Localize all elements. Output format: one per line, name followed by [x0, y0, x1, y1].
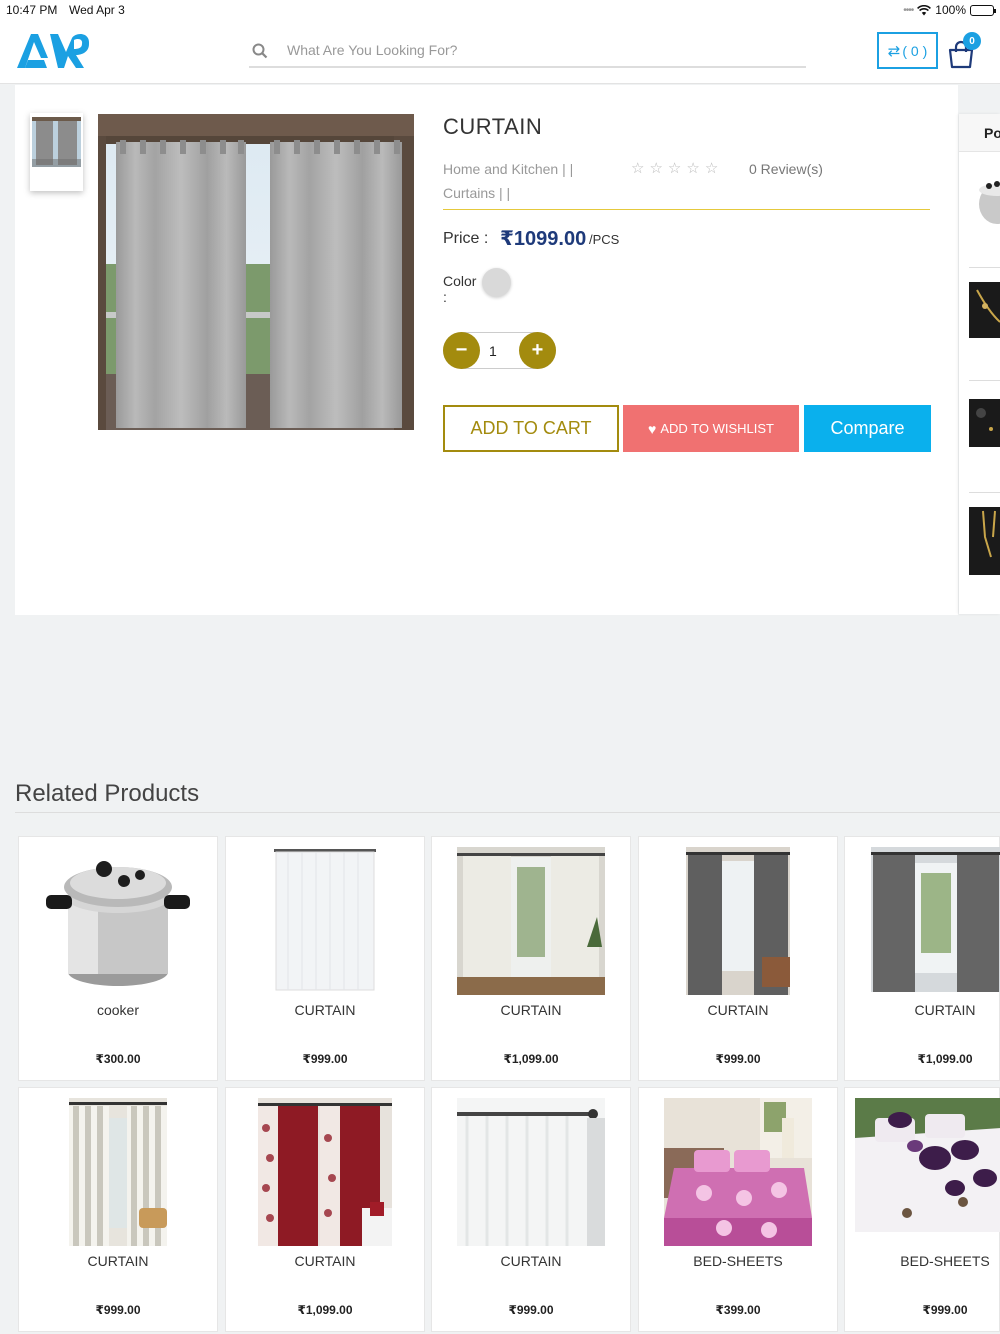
related-products-title: Related Products: [15, 780, 200, 807]
related-product-card[interactable]: CURTAIN ₹999.00: [431, 1087, 631, 1332]
rating-stars: ☆ ☆ ☆ ☆ ☆: [631, 159, 718, 177]
related-product-card[interactable]: BED-SHEETS ₹399.00: [638, 1087, 838, 1332]
popular-item-necklace[interactable]: [969, 507, 1000, 575]
product-name: BED-SHEETS: [693, 1253, 783, 1269]
product-image: [457, 847, 605, 995]
product-price: ₹999.00: [922, 1303, 968, 1317]
wifi-icon: [917, 4, 932, 15]
related-product-card[interactable]: CURTAIN ₹1,099.00: [225, 1087, 425, 1332]
status-time: 10:47 PM: [6, 3, 58, 17]
divider: [969, 380, 1000, 381]
related-product-card[interactable]: CURTAIN ₹999.00: [638, 836, 838, 1081]
product-image: [457, 1098, 605, 1246]
divider: [15, 812, 1000, 813]
search-icon[interactable]: [252, 43, 268, 59]
signal-dots-icon: ••••: [903, 4, 914, 16]
product-image: [258, 1098, 392, 1246]
product-price: ₹999.00: [508, 1303, 554, 1317]
product-price: ₹1,099.00: [917, 1052, 973, 1066]
popular-item-earrings[interactable]: [969, 395, 1000, 451]
review-count[interactable]: 0 Review(s): [749, 161, 823, 177]
divider: [969, 492, 1000, 493]
status-date: Wed Apr 3: [69, 3, 125, 17]
cart-button[interactable]: 0: [946, 32, 986, 70]
product-name: BED-SHEETS: [900, 1253, 990, 1269]
related-product-card[interactable]: CURTAIN ₹1,099.00: [431, 836, 631, 1081]
product-name: CURTAIN: [707, 1002, 769, 1018]
search-bar: [249, 34, 806, 68]
related-product-card[interactable]: cooker ₹300.00: [18, 836, 218, 1081]
search-input[interactable]: [287, 38, 787, 62]
status-right: •••• 100%: [903, 3, 996, 17]
related-product-card[interactable]: CURTAIN ₹999.00: [18, 1087, 218, 1332]
product-name: CURTAIN: [294, 1253, 356, 1269]
add-to-wishlist-label: ADD TO WISHLIST: [660, 421, 774, 436]
product-image: [46, 861, 190, 986]
compare-count-label: ( 0 ): [902, 42, 928, 59]
product-image: [855, 1098, 1000, 1232]
add-to-wishlist-button[interactable]: ♥ ADD TO WISHLIST: [623, 405, 799, 452]
related-product-card[interactable]: CURTAIN ₹999.00: [225, 836, 425, 1081]
battery-percent: 100%: [935, 3, 966, 17]
site-logo[interactable]: [14, 30, 92, 72]
color-label: Color:: [443, 273, 477, 305]
compare-button[interactable]: Compare: [804, 405, 931, 452]
product-image: [871, 847, 1000, 992]
popular-products-column: Po: [959, 114, 1000, 614]
product-name: CURTAIN: [294, 1002, 356, 1018]
divider: [969, 267, 1000, 268]
product-price: ₹1,099.00: [297, 1303, 353, 1317]
popular-item-jewelry[interactable]: [969, 282, 1000, 338]
product-image: [686, 847, 790, 995]
price-unit: /PCS: [589, 232, 620, 247]
product-name: CURTAIN: [500, 1002, 562, 1018]
compare-arrows-icon: ⇄: [887, 42, 901, 60]
star-icon: ☆: [667, 160, 682, 177]
product-thumbnail[interactable]: [30, 113, 83, 191]
quantity-stepper: − 1 +: [443, 332, 556, 369]
quantity-decrease-button[interactable]: −: [443, 332, 480, 369]
product-image: [69, 1098, 167, 1246]
quantity-value[interactable]: 1: [489, 343, 497, 359]
product-price: ₹300.00: [95, 1052, 141, 1066]
product-name: CURTAIN: [500, 1253, 562, 1269]
product-title: CURTAIN: [443, 114, 543, 139]
divider: [443, 209, 930, 210]
breadcrumb-subcategory[interactable]: Curtains | |: [443, 185, 510, 201]
popular-heading: Po: [959, 114, 1000, 152]
product-price: ₹1,099.00: [503, 1052, 559, 1066]
star-icon: ☆: [649, 160, 663, 177]
price-label: Price :: [443, 230, 489, 247]
related-product-card[interactable]: CURTAIN ₹1,099.00: [844, 836, 1000, 1081]
star-icon: ☆: [686, 160, 700, 177]
product-price: ₹999.00: [715, 1052, 761, 1066]
star-icon: ☆: [631, 160, 645, 177]
quantity-increase-button[interactable]: +: [519, 332, 556, 369]
product-image: [270, 847, 380, 995]
battery-icon: [970, 4, 996, 16]
related-product-card[interactable]: BED-SHEETS ₹999.00: [844, 1087, 1000, 1332]
site-header: ⇄ ( 0 ) 0: [0, 22, 1000, 84]
star-icon: ☆: [704, 160, 719, 177]
compare-count-button[interactable]: ⇄ ( 0 ): [877, 32, 938, 69]
product-name: cooker: [96, 1002, 140, 1018]
add-to-cart-button[interactable]: ADD TO CART: [443, 405, 619, 452]
breadcrumb-category[interactable]: Home and Kitchen | |: [443, 161, 573, 177]
product-image: [664, 1098, 812, 1246]
cart-count-badge: 0: [963, 32, 981, 50]
status-bar: 10:47 PM Wed Apr 3 •••• 100%: [0, 0, 1000, 22]
product-price: ₹399.00: [715, 1303, 761, 1317]
color-swatch[interactable]: [482, 268, 511, 297]
popular-item-cooker[interactable]: [969, 174, 1000, 230]
product-price: ₹999.00: [302, 1052, 348, 1066]
heart-icon: ♥: [648, 420, 657, 437]
product-name: CURTAIN: [87, 1253, 149, 1269]
product-price: ₹1099.00: [500, 228, 587, 250]
product-main-image: [98, 114, 414, 430]
product-name: CURTAIN: [914, 1002, 976, 1018]
product-price: ₹999.00: [95, 1303, 141, 1317]
